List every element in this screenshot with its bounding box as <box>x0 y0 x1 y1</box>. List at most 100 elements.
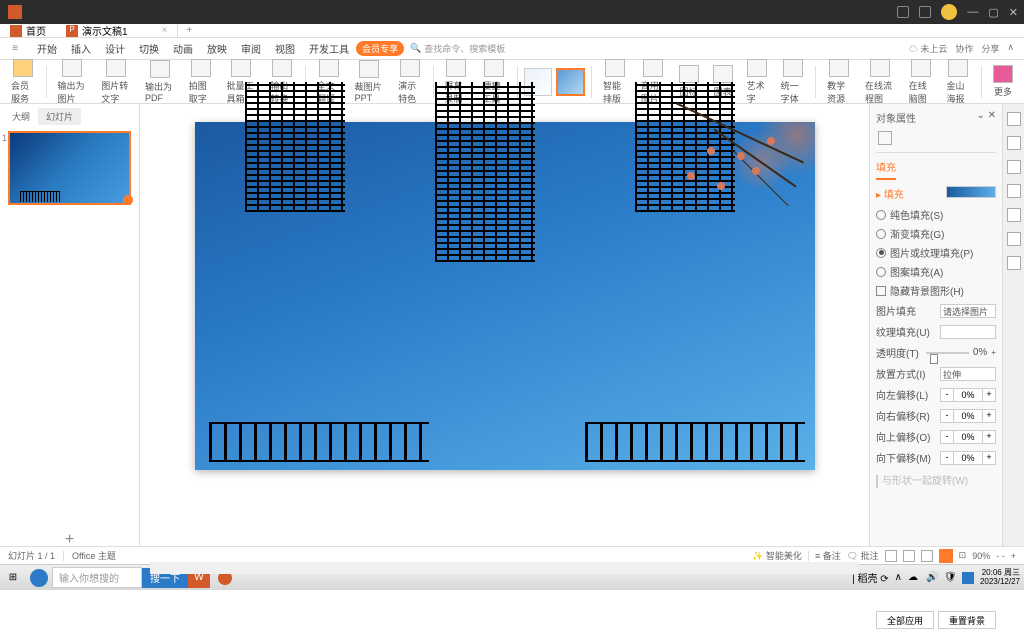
rb-edu[interactable]: 教学资源 <box>822 59 856 105</box>
rb-mind[interactable]: 在线脑图 <box>904 59 938 105</box>
view-normal-icon[interactable] <box>885 550 897 562</box>
avatar[interactable] <box>941 4 957 20</box>
ie-icon[interactable] <box>30 569 48 587</box>
zoom-fit-icon[interactable]: ⊡ <box>959 550 967 561</box>
slides-tab[interactable]: 幻灯片 <box>38 108 81 125</box>
offset-right-spinner[interactable]: -+ <box>940 409 996 423</box>
play-icon[interactable] <box>123 195 133 205</box>
rb-more[interactable]: 更多 <box>988 65 1018 98</box>
menu-dev[interactable]: 开发工具 <box>302 41 356 56</box>
fence-shape-1[interactable] <box>209 422 429 462</box>
texture-select[interactable] <box>940 325 996 339</box>
tray-shield-icon[interactable]: 🛡 <box>944 572 956 584</box>
fill-picture-radio[interactable]: 图片或纹理填充(P) <box>876 243 996 262</box>
rb-pdf[interactable]: 输出为PDF <box>140 60 180 103</box>
apps-icon[interactable] <box>919 6 931 18</box>
smart-beautify[interactable]: ✨ 智能美化 <box>752 549 802 562</box>
rb-vip[interactable]: 会员服务 <box>6 59 40 105</box>
tray-app-icon[interactable] <box>962 572 974 584</box>
taskbar-clock[interactable]: 20:06 周三 2023/12/27 <box>980 569 1020 587</box>
reset-bg-button[interactable]: 重置背景 <box>938 611 996 629</box>
collab-button[interactable]: 协作 <box>955 42 973 55</box>
command-search[interactable]: 🔍查找命令、搜索模板 <box>410 42 505 55</box>
cloud-status[interactable]: ☁ 未上云 <box>909 42 948 55</box>
menu-insert[interactable]: 插入 <box>64 41 98 56</box>
tool-icon-2[interactable] <box>1007 136 1021 150</box>
share-button[interactable]: 分享 <box>981 42 999 55</box>
tray-expand-icon[interactable]: ∧ <box>895 572 902 583</box>
tool-icon-3[interactable] <box>1007 160 1021 174</box>
slideshow-button[interactable] <box>939 549 953 563</box>
min-icon[interactable]: — <box>967 6 978 18</box>
offset-left-spinner[interactable]: -+ <box>940 388 996 402</box>
max-icon[interactable]: ▢ <box>988 6 998 19</box>
lattice-shape-2[interactable] <box>435 82 535 262</box>
fill-tab[interactable]: 填充 <box>876 155 896 180</box>
offset-up-spinner[interactable]: -+ <box>940 430 996 444</box>
slide-1[interactable] <box>195 122 815 470</box>
tool-icon-7[interactable] <box>1007 256 1021 270</box>
zoom-level[interactable]: 90% <box>972 551 990 561</box>
lattice-shape-1[interactable] <box>245 82 345 212</box>
zoom-in[interactable]: + <box>1011 551 1016 561</box>
picfill-select[interactable]: 请选择图片 <box>940 304 996 318</box>
fill-section-header[interactable]: ▸ 填充 <box>876 180 996 205</box>
rb-flow[interactable]: 在线流程图 <box>860 59 900 105</box>
menu-view[interactable]: 视图 <box>268 41 302 56</box>
slide-thumbnail-1[interactable]: 1 <box>8 131 131 205</box>
panel-close-icon[interactable]: ✕ <box>988 110 996 121</box>
rb-photo[interactable]: 拍图取字 <box>184 59 218 105</box>
add-tab-button[interactable]: + <box>178 25 200 36</box>
template-2[interactable] <box>556 68 585 96</box>
tray-volume-icon[interactable]: 🔊 <box>926 572 938 584</box>
menu-transition[interactable]: 切换 <box>132 41 166 56</box>
rb-export-img[interactable]: 输出为图片 <box>52 59 92 105</box>
view-sorter-icon[interactable] <box>903 550 915 562</box>
taskbar-search[interactable]: 输入你想搜的 <box>52 567 142 588</box>
tool-icon-6[interactable] <box>1007 232 1021 246</box>
rb-ocr[interactable]: 图片转文字 <box>96 59 136 105</box>
zoom-out[interactable]: - - <box>996 551 1005 561</box>
menu-start[interactable]: 开始 <box>30 41 64 56</box>
rb-font[interactable]: 统一字体 <box>776 59 810 105</box>
offset-down-spinner[interactable]: -+ <box>940 451 996 465</box>
horizontal-scrollbar[interactable] <box>150 562 859 574</box>
fill-solid-radio[interactable]: 纯色填充(S) <box>876 205 996 224</box>
menu-design[interactable]: 设计 <box>98 41 132 56</box>
fence-shape-2[interactable] <box>585 422 805 462</box>
rb-wordart[interactable]: 艺术字 <box>742 59 772 105</box>
view-reading-icon[interactable] <box>921 550 933 562</box>
hide-bg-checkbox[interactable]: 隐藏背景图形(H) <box>876 281 996 300</box>
vip-badge[interactable]: 会员专享 <box>356 41 404 56</box>
tool-icon-4[interactable] <box>1007 184 1021 198</box>
menu-review[interactable]: 审阅 <box>234 41 268 56</box>
apply-all-button[interactable]: 全部应用 <box>876 611 934 629</box>
menu-animation[interactable]: 动画 <box>166 41 200 56</box>
start-button[interactable]: ⊞ <box>0 565 26 591</box>
rb-feature[interactable]: 演示特色 <box>393 59 427 105</box>
rb-smartlayout[interactable]: 智能排版 <box>598 59 632 105</box>
grid-icon[interactable] <box>897 6 909 18</box>
outline-tab[interactable]: 大纲 <box>4 108 38 125</box>
rb-poster[interactable]: 金山海报 <box>942 59 976 105</box>
transparency-slider[interactable] <box>926 352 969 354</box>
home-tab[interactable]: 首页 <box>0 24 56 37</box>
tool-icon-5[interactable] <box>1007 208 1021 222</box>
menu-slideshow[interactable]: 放映 <box>200 41 234 56</box>
doc-tab[interactable]: P演示文稿1× <box>56 24 178 37</box>
dropdown-icon[interactable]: ⌄ <box>976 110 984 121</box>
notes-button[interactable]: ≡ 备注 <box>815 549 841 562</box>
tile-select[interactable]: 拉伸 <box>940 367 996 381</box>
fill-category-icon[interactable] <box>878 131 892 145</box>
tool-icon-1[interactable] <box>1007 112 1021 126</box>
comments-button[interactable]: 🗨 批注 <box>847 549 879 562</box>
tray-onedrive-icon[interactable]: ☁ <box>908 572 920 584</box>
fill-swatch[interactable] <box>946 186 996 198</box>
rb-crop[interactable]: 裁图片PPT <box>350 60 389 103</box>
slide-canvas[interactable] <box>140 104 869 546</box>
close-icon[interactable]: ✕ <box>1009 6 1018 19</box>
menu-hamburger-icon[interactable]: ≡ <box>0 43 30 54</box>
chevron-icon[interactable]: ∧ <box>1007 42 1014 55</box>
fill-gradient-radio[interactable]: 渐变填充(G) <box>876 224 996 243</box>
fill-pattern-radio[interactable]: 图案填充(A) <box>876 262 996 281</box>
